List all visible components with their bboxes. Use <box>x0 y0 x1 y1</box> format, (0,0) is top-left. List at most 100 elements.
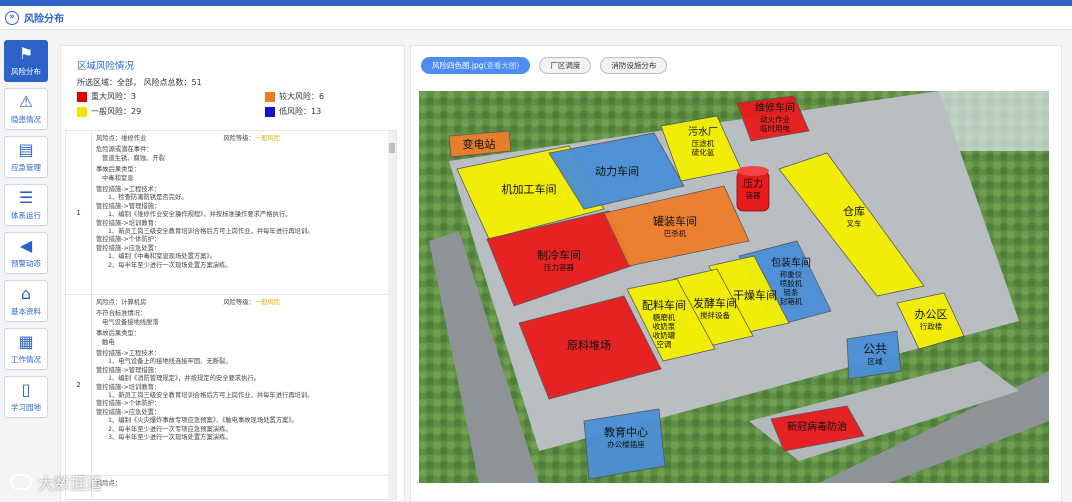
zone-sublabel: 临时用电 <box>760 123 790 133</box>
watermark: 大数据道 <box>10 470 102 494</box>
zone-sublabel: 办公楼插座 <box>607 439 645 449</box>
legend-item-major: 重大风险：3 <box>77 91 136 102</box>
sidebar-item-1[interactable]: ⚠ 隐患情况 <box>4 88 48 130</box>
zone-sublabel: 喷胶机 <box>780 278 803 288</box>
legend-item-large: 较大风险：6 <box>265 91 324 102</box>
double-chevron-icon[interactable]: » <box>5 10 19 25</box>
risk-detail-line: 2、每半年至少进行一次现场处置方案演练。 <box>108 261 232 269</box>
risk-detail-line: 1、电气设备上的接地线连接牢固、无断裂。 <box>108 358 232 366</box>
risk-detail: 风险点：计算机房 风险等级：一般风险 不符合标准情况： 电气设备接地线脱落 事故后果类型… <box>96 299 390 443</box>
risk-detail-line: 1、检查防潮防锈是否完好。 <box>108 194 188 202</box>
zone-label: 变电站 <box>463 137 496 151</box>
sidebar-item-3[interactable]: ☰ 体系运行 <box>4 184 48 226</box>
risk-detail-line: 管控措施->管理措施： <box>96 202 161 210</box>
risk-header: 风险点：维修作业 风险等级：一般风险 <box>96 135 390 143</box>
tab-sublabel: (查看大图) <box>483 61 520 70</box>
risk-point-name: 风险点：维修作业 <box>96 135 147 142</box>
sidebar-item-label: 基本资料 <box>11 307 41 316</box>
table-row[interactable]: 1 风险点：维修作业 风险等级：一般风险 危险源或潜在事件： 管道生锈、腐蚀、开裂 事故后… <box>66 131 392 295</box>
row-number: 2 <box>66 295 92 475</box>
risk-detail-line: 管控措施->个体防护： <box>96 400 161 408</box>
flag-icon: ⚑ <box>18 44 34 63</box>
zone-label: 新冠病毒防治 <box>787 420 847 433</box>
risk-point-name: 风险点：计算机房 <box>96 299 147 306</box>
four-color-risk-map[interactable]: 变电站 机加工车间 动力车间 污水厂 压滤机 硫化氢 维修车间 动火作业 临时用电 压力 容器 制冷车… <box>419 91 1049 483</box>
risk-detail-line: 电气设备接地线脱落 <box>102 318 159 326</box>
zone-label: 办公区 <box>915 308 948 321</box>
zone-label: 配料车间 <box>642 298 686 312</box>
tab-label: 消防设施分布 <box>611 61 657 70</box>
zone-sublabel: 压滤机 <box>692 138 715 148</box>
list-scrollbar[interactable] <box>388 131 396 499</box>
book-icon: ▯ <box>21 380 31 399</box>
risk-detail-line: 事故后果类型： <box>96 330 141 338</box>
zone-sublabel: 硫化氢 <box>692 147 715 157</box>
zone-sublabel: 动火作业 <box>760 114 790 124</box>
zone-sublabel: 称重仪 <box>780 269 803 279</box>
zone-label: 污水厂 <box>688 126 718 138</box>
legend-item-general: 一般风险：29 <box>77 106 141 117</box>
risk-detail-line: 危险源或潜在事件： <box>96 146 153 154</box>
zone-label: 动力车间 <box>595 164 639 178</box>
table-row[interactable]: 2 风险点：计算机房 风险等级：一般风险 不符合标准情况： 电气设备接地线脱落 事故后果类… <box>66 295 392 476</box>
zone-sublabel: 链条 <box>784 287 799 297</box>
risk-detail-line: 事故后果类型： <box>96 166 141 174</box>
layers-icon: ☰ <box>18 188 34 207</box>
sidebar-item-4[interactable]: ◀ 预警动态 <box>4 232 48 274</box>
risk-map-panel: 风险四色图.jpg(查看大图) 厂区调度 消防设施分布 变电站 机加工车间 动力车间 污水… <box>410 45 1062 502</box>
sidebar-item-5[interactable]: ⌂ 基本资料 <box>4 280 48 322</box>
zone-label: 干燥车间 <box>733 288 777 302</box>
zone-sublabel: 封箱机 <box>780 296 803 306</box>
zone-sublabel: 压力容器 <box>544 262 574 272</box>
tab-0[interactable]: 风险四色图.jpg(查看大图) <box>421 57 531 74</box>
sidebar-item-7[interactable]: ▯ 学习园地 <box>4 376 48 418</box>
map-zone-pressure[interactable]: 压力容器 <box>736 166 770 212</box>
sidebar-item-label: 工作情况 <box>11 355 41 364</box>
risk-level-value: 一般风险 <box>254 299 280 306</box>
risk-detail-line: 管控措施->个体防护： <box>96 236 161 244</box>
risk-detail-line: 3、每半年至少进行一次现场处置方案演练。 <box>108 434 232 442</box>
sidebar-item-label: 预警动态 <box>11 259 41 268</box>
risk-detail-line: 管控措施->管理措施： <box>96 366 161 374</box>
risk-point-list[interactable]: 风险点： 2 风险点：计算机房 风险等级：一般风险 不符合标准情况： 电气设备接地线脱落事… <box>65 130 397 500</box>
warning-icon: ⚠ <box>18 92 34 111</box>
sidebar-item-label: 隐患情况 <box>11 115 41 124</box>
sidebar-item-label: 风险分布 <box>11 67 41 76</box>
scroll-thumb[interactable] <box>389 143 395 153</box>
risk-detail-line: 触电 <box>102 338 115 346</box>
map-canvas: 变电站机加工车间 动力车间 污水厂压滤机硫化氢 维修车间动火作业临时用电压力容器制冷车… <box>419 91 1049 483</box>
map-zone-public[interactable]: 公共区域 <box>846 330 902 380</box>
tab-1[interactable]: 厂区调度 <box>539 57 592 74</box>
risk-detail-line: 1、编制《中毒和窒息现场处置方案》。 <box>108 253 216 261</box>
legend-swatch <box>77 106 87 117</box>
tab-label: 风险四色图.jpg <box>432 61 484 70</box>
risk-detail-line: 管控措施->培训教育： <box>96 219 161 227</box>
sidebar-item-label: 体系运行 <box>11 211 41 220</box>
risk-detail-line: 1、编制《火灾爆炸事故专项应急预案》、《触电事故现场处置方案》。 <box>108 417 298 425</box>
zone-label: 维修车间 <box>755 101 795 114</box>
risk-detail-line: 不符合标准情况： <box>96 310 147 318</box>
zone-sublabel: 搅拌设备 <box>700 310 730 320</box>
calendar-icon: ▦ <box>18 332 34 351</box>
table-row[interactable]: 风险点： <box>66 476 392 499</box>
watermark-text: 大数据道 <box>38 474 103 493</box>
watermark-logo-icon <box>10 474 32 490</box>
legend-swatch <box>265 91 275 102</box>
home-icon: ⌂ <box>20 284 32 303</box>
legend-swatch <box>77 91 87 102</box>
legend-label: 较大风险：6 <box>279 92 325 101</box>
tab-label: 厂区调度 <box>550 61 581 70</box>
risk-detail-line: 管道生锈、腐蚀、开裂 <box>102 154 165 162</box>
map-tabs: 风险四色图.jpg(查看大图) 厂区调度 消防设施分布 <box>421 57 676 74</box>
risk-detail-line: 1、编制《消防管理规定》，并按规定的安全要求执行。 <box>108 375 260 383</box>
sidebar-item-6[interactable]: ▦ 工作情况 <box>4 328 48 370</box>
sidebar-item-2[interactable]: ▤ 应急管理 <box>4 136 48 178</box>
risk-detail-line: 1、编制《维修作业安全操作规程》，并按标准操作要求严格执行。 <box>108 211 292 219</box>
risk-detail-line: 管控措施->培训教育： <box>96 383 161 391</box>
legend-item-low: 低风险：13 <box>265 106 321 117</box>
risk-level-label: 风险等级： <box>223 135 255 142</box>
legend-label: 重大风险：3 <box>91 92 137 101</box>
sidebar-item-0[interactable]: ⚑ 风险分布 <box>4 40 48 82</box>
tab-2[interactable]: 消防设施分布 <box>600 57 668 74</box>
emergency-doc-icon: ▤ <box>18 140 34 159</box>
